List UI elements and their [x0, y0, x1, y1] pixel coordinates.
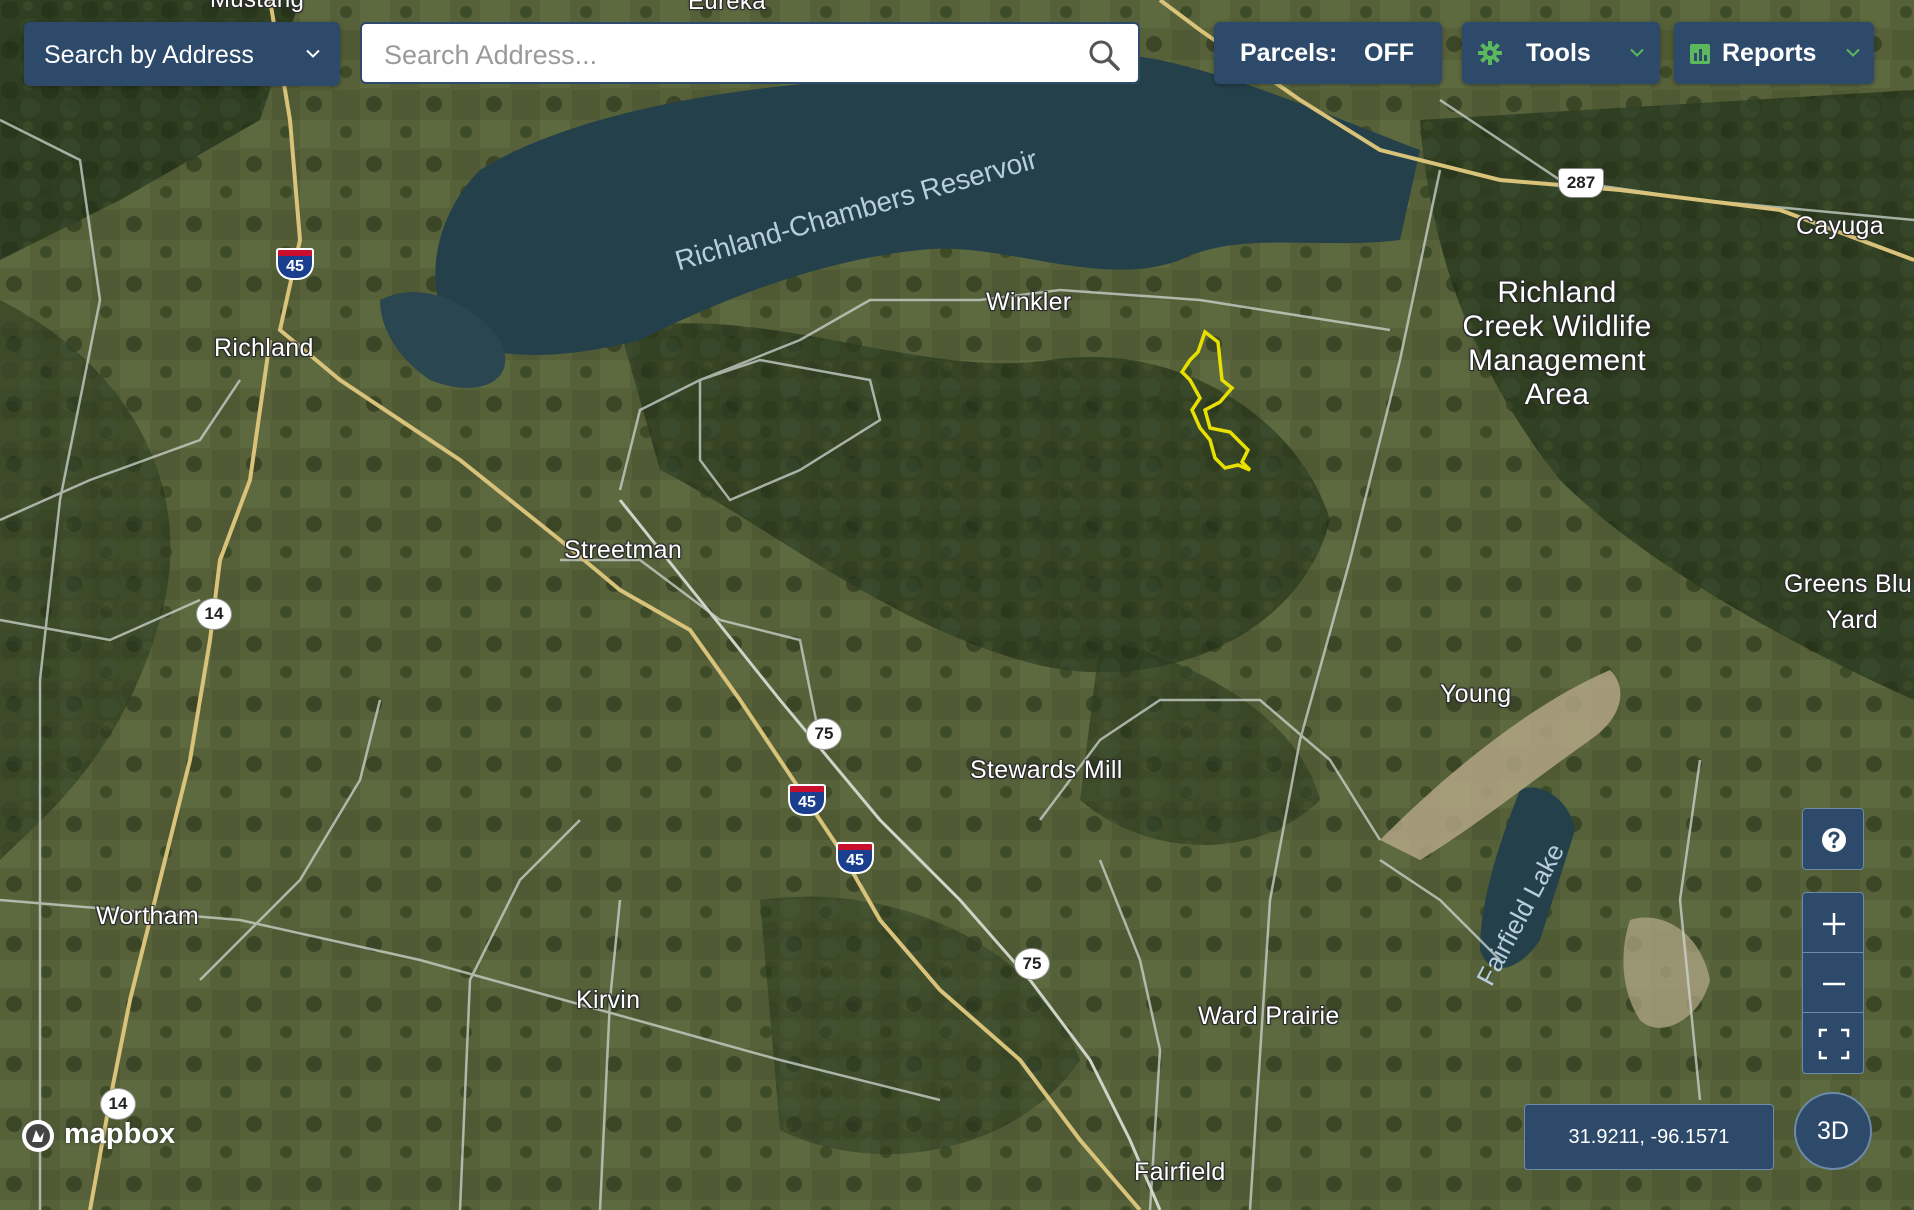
place-greens-blu-line1: Greens Blu	[1784, 570, 1913, 598]
interstate-shield: 45	[274, 248, 314, 284]
tools-label: Tools	[1526, 39, 1591, 67]
shield-number: 45	[788, 792, 826, 816]
wildlife-line2: Creek Wildlife	[1462, 310, 1652, 343]
plus-icon	[1823, 913, 1845, 935]
wildlife-line1: Richland	[1497, 276, 1617, 309]
place-ward-prairie: Ward Prairie	[1198, 1002, 1340, 1030]
place-mustang: Mustang	[210, 0, 304, 14]
wildlife-line4: Area	[1524, 378, 1590, 411]
coordinates-display: 31.9211, -96.1571	[1524, 1104, 1774, 1170]
chevron-down-icon	[1630, 48, 1644, 57]
interstate-shield: 45	[834, 842, 874, 878]
place-wildlife-area: Richland Creek Wildlife Management Area	[1440, 276, 1674, 412]
reports-label: Reports	[1722, 39, 1817, 67]
place-cayuga: Cayuga	[1796, 212, 1884, 240]
chevron-down-icon	[1846, 48, 1860, 57]
state-route-shield: 75	[806, 718, 842, 750]
place-winkler: Winkler	[986, 288, 1072, 316]
question-icon	[1822, 828, 1846, 852]
shield-number: 45	[836, 850, 874, 874]
place-kirvin: Kirvin	[576, 986, 641, 1014]
zoom-in-button[interactable]	[1802, 892, 1864, 954]
place-richland: Richland	[214, 334, 314, 362]
place-eureka: Eureka	[688, 0, 766, 15]
place-greens-blu: Greens Blu Yard	[1784, 566, 1912, 638]
place-young: Young	[1440, 680, 1512, 708]
place-greens-blu-line2: Yard	[1825, 606, 1879, 634]
3d-toggle-button[interactable]: 3D	[1794, 1092, 1872, 1170]
parcels-toggle[interactable]: Parcels: OFF	[1214, 22, 1442, 84]
reports-dropdown[interactable]: Reports	[1674, 22, 1874, 84]
state-route-shield: 14	[196, 598, 232, 630]
state-route-shield: 75	[1014, 948, 1050, 980]
place-wortham: Wortham	[96, 902, 200, 930]
place-fairfield: Fairfield	[1134, 1158, 1226, 1186]
place-streetman: Streetman	[564, 536, 683, 564]
fullscreen-button[interactable]	[1802, 1012, 1864, 1074]
search-box[interactable]	[360, 22, 1140, 84]
mapbox-wordmark: mapbox	[64, 1118, 176, 1150]
gear-icon	[1478, 41, 1502, 65]
state-route-shield: 14	[100, 1088, 136, 1120]
search-input[interactable]	[382, 34, 1066, 76]
fullscreen-icon	[1818, 1028, 1850, 1060]
satellite-map[interactable]: Richland-Chambers Reservoir Fairfield La…	[0, 0, 1914, 1210]
chevron-down-icon	[306, 49, 320, 58]
interstate-shield: 45	[786, 784, 826, 820]
search-mode-label: Search by Address	[44, 41, 254, 69]
zoom-out-button[interactable]	[1802, 952, 1864, 1014]
search-icon[interactable]	[1088, 39, 1120, 71]
shield-number: 45	[276, 256, 314, 280]
place-stewards-mill: Stewards Mill	[970, 756, 1123, 784]
parcels-state: OFF	[1364, 39, 1414, 67]
bar-chart-icon	[1690, 44, 1710, 64]
search-mode-dropdown[interactable]: Search by Address	[24, 22, 340, 86]
tools-dropdown[interactable]: Tools	[1462, 22, 1660, 84]
us-route-shield: 287	[1558, 168, 1604, 198]
minus-icon	[1823, 982, 1845, 986]
help-button[interactable]	[1802, 808, 1864, 870]
wildlife-line3: Management	[1467, 344, 1647, 377]
parcels-label: Parcels:	[1240, 39, 1338, 67]
mapbox-icon	[22, 1120, 54, 1152]
